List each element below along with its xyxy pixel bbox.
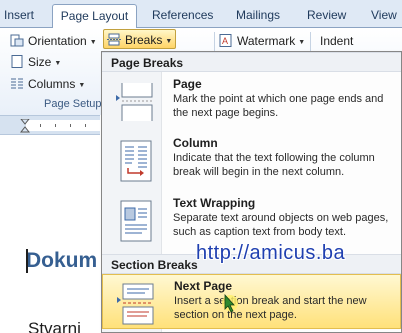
menu-item-title: Column bbox=[173, 136, 218, 150]
watermark-label: Watermark bbox=[237, 34, 296, 48]
watermark-button[interactable]: A Watermark ▼ bbox=[219, 31, 305, 51]
chevron-down-icon: ▼ bbox=[89, 39, 97, 46]
menu-item-description: Insert a section break and start the new… bbox=[174, 295, 367, 321]
chevron-down-icon: ▼ bbox=[165, 38, 173, 45]
page-breaks-header: Page Breaks bbox=[102, 52, 401, 72]
orientation-button[interactable]: Orientation ▼ bbox=[10, 31, 97, 51]
tab-view[interactable]: View bbox=[371, 4, 401, 28]
document-body-text[interactable]: Stvarni bbox=[28, 319, 81, 333]
watermark-icon: A bbox=[219, 33, 233, 47]
mouse-pointer-icon bbox=[222, 293, 238, 313]
horizontal-ruler[interactable] bbox=[0, 115, 100, 135]
breaks-dropdown-menu: Page Breaks Page Mark the point at which… bbox=[101, 51, 402, 333]
menu-item-text-wrapping[interactable]: Text Wrapping Separate text around objec… bbox=[102, 192, 401, 247]
tab-references[interactable]: References bbox=[152, 4, 222, 28]
tab-mailings[interactable]: Mailings bbox=[236, 4, 292, 28]
tab-review[interactable]: Review bbox=[307, 4, 355, 28]
indent-marker-icon[interactable] bbox=[20, 119, 30, 133]
menu-item-next-page[interactable]: Next Page Insert a section break and sta… bbox=[102, 274, 401, 329]
menu-item-title: Next Page bbox=[174, 279, 233, 293]
text-wrapping-icon bbox=[120, 200, 152, 242]
menu-item-title: Text Wrapping bbox=[173, 196, 256, 210]
page-setup-group-label: Page Setup bbox=[44, 98, 102, 110]
menu-item-description: Mark the point at which one page ends an… bbox=[173, 93, 384, 119]
chevron-down-icon: ▼ bbox=[298, 39, 306, 46]
breaks-button[interactable]: Breaks ▼ bbox=[103, 29, 177, 49]
document-heading[interactable]: Dokum bbox=[26, 249, 97, 273]
chevron-down-icon: ▼ bbox=[78, 82, 86, 89]
columns-icon bbox=[10, 76, 24, 89]
menu-item-description: Separate text around objects on web page… bbox=[173, 212, 389, 238]
svg-text:A: A bbox=[222, 36, 228, 46]
tab-insert[interactable]: Insert bbox=[4, 4, 44, 28]
page-break-icon bbox=[116, 83, 153, 121]
menu-item-page-break[interactable]: Page Mark the point at which one page en… bbox=[102, 73, 401, 128]
orientation-icon bbox=[10, 33, 24, 47]
columns-button[interactable]: Columns ▼ bbox=[10, 74, 85, 94]
breaks-icon bbox=[107, 32, 121, 46]
indent-label: Indent bbox=[320, 34, 354, 48]
breaks-label: Breaks bbox=[125, 33, 163, 47]
text-cursor bbox=[26, 249, 28, 273]
columns-label: Columns bbox=[28, 77, 76, 91]
menu-item-column-break[interactable]: Column Indicate that the text following … bbox=[102, 132, 401, 187]
next-page-icon bbox=[117, 283, 154, 325]
tab-page-layout[interactable]: Page Layout bbox=[52, 4, 137, 29]
menu-item-title: Page bbox=[173, 77, 202, 91]
orientation-label: Orientation bbox=[28, 34, 87, 48]
column-break-icon bbox=[120, 140, 152, 182]
ribbon-tab-strip: Insert Page Layout References Mailings R… bbox=[0, 0, 402, 29]
menu-item-description: Indicate that the text following the col… bbox=[173, 152, 375, 178]
size-button[interactable]: Size ▼ bbox=[10, 52, 61, 72]
size-icon bbox=[10, 54, 24, 68]
chevron-down-icon: ▼ bbox=[54, 60, 62, 67]
size-label: Size bbox=[28, 55, 52, 69]
watermark-url-text: http://amicus.ba bbox=[196, 242, 346, 264]
